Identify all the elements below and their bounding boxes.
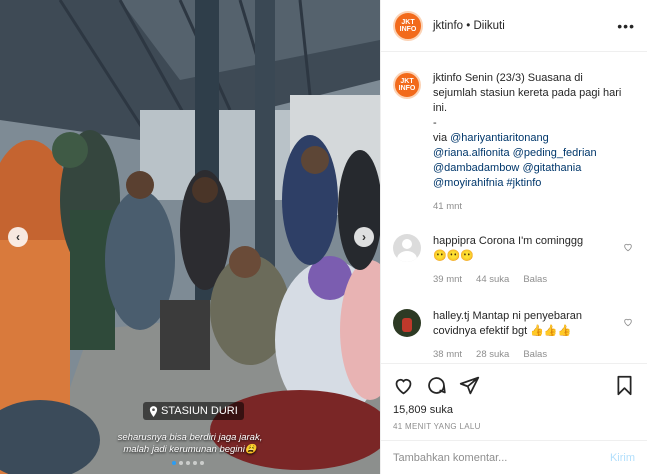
caption-avatar-text-1: JKT bbox=[400, 78, 414, 85]
instagram-post: ‹ › STASIUN DURI seharusnya bisa berdiri… bbox=[0, 0, 647, 474]
caption-body: jktinfo Senin (23/3) Suasana di sejumlah… bbox=[433, 71, 623, 212]
slide-indicator bbox=[172, 461, 204, 465]
caption-mentions: via @hariyantiaritonang @riana.alfionita… bbox=[433, 131, 623, 191]
header-text: jktinfo • Diikuti bbox=[433, 20, 505, 32]
mention-link[interactable]: @gitathania bbox=[522, 162, 581, 174]
avatar[interactable] bbox=[393, 234, 421, 262]
previous-slide-button[interactable]: ‹ bbox=[8, 227, 28, 247]
caption-text: Senin (23/3) Suasana di sejumlah stasiun… bbox=[433, 72, 622, 114]
post-media[interactable]: ‹ › STASIUN DURI seharusnya bisa berdiri… bbox=[0, 0, 380, 474]
share-icon[interactable] bbox=[459, 375, 480, 396]
caption-meta: 41 mnt bbox=[433, 201, 623, 212]
add-comment-bar: Kirim bbox=[381, 440, 647, 474]
action-icons bbox=[393, 372, 635, 398]
bookmark-icon[interactable] bbox=[614, 375, 635, 396]
caption-avatar[interactable]: JKT INFO bbox=[393, 71, 421, 99]
comment-likes[interactable]: 44 suka bbox=[476, 274, 509, 285]
heart-icon[interactable] bbox=[623, 317, 633, 327]
caption-dash: - bbox=[433, 117, 437, 129]
avatar-text-1: JKT bbox=[401, 18, 415, 26]
caption-time[interactable]: 41 mnt bbox=[433, 201, 462, 212]
next-slide-button[interactable]: › bbox=[354, 227, 374, 247]
comment-icon[interactable] bbox=[426, 375, 447, 396]
comment-emoji: 😶😶😶 bbox=[433, 250, 475, 262]
post-time[interactable]: 41 MENIT YANG LALU bbox=[393, 422, 635, 431]
username-link[interactable]: jktinfo bbox=[433, 20, 463, 32]
avatar[interactable]: JKT INFO bbox=[393, 10, 423, 41]
separator: • bbox=[463, 19, 474, 32]
comments-section[interactable]: JKT INFO jktinfo Senin (23/3) Suasana di… bbox=[381, 53, 647, 363]
media-caption-overlay: seharusnya bisa berdiri jaga jarak, mala… bbox=[100, 432, 280, 456]
location-tag: STASIUN DURI bbox=[143, 402, 244, 420]
slide-dot bbox=[193, 461, 197, 465]
caption-via: via bbox=[433, 132, 448, 144]
reply-button[interactable]: Balas bbox=[523, 349, 547, 360]
mention-link[interactable]: @peding_fedrian bbox=[513, 147, 597, 159]
more-icon[interactable]: ••• bbox=[617, 18, 635, 34]
comment-time[interactable]: 38 mnt bbox=[433, 349, 462, 360]
post-caption: JKT INFO jktinfo Senin (23/3) Suasana di… bbox=[393, 71, 635, 212]
location-pin-icon bbox=[149, 405, 158, 417]
post-actions: 15,809 suka 41 MENIT YANG LALU bbox=[381, 363, 647, 431]
comment-body: halley.tj Mantap ni penyebaran covidnya … bbox=[433, 309, 623, 360]
avatar-text-2: INFO bbox=[399, 25, 417, 33]
avatar[interactable] bbox=[393, 309, 421, 337]
comment-meta: 39 mnt 44 suka Balas bbox=[433, 274, 623, 285]
mention-link[interactable]: @dambadambow bbox=[433, 162, 519, 174]
slide-dot bbox=[172, 461, 176, 465]
heart-icon[interactable] bbox=[393, 375, 414, 396]
media-caption-line-2: malah jadi kerumunan begini😩 bbox=[123, 444, 257, 455]
comment-item: happipra Corona I'm cominggg 😶😶😶 39 mnt … bbox=[393, 234, 635, 285]
comment-body: happipra Corona I'm cominggg 😶😶😶 39 mnt … bbox=[433, 234, 623, 285]
post-comment-button[interactable]: Kirim bbox=[610, 452, 635, 464]
media-caption-line-1: seharusnya bisa berdiri jaga jarak, bbox=[117, 432, 263, 443]
comment-text: Corona I'm cominggg bbox=[478, 235, 584, 247]
comment-text-block: halley.tj Mantap ni penyebaran covidnya … bbox=[433, 309, 623, 339]
slide-dot bbox=[186, 461, 190, 465]
comment-text-block: happipra Corona I'm cominggg 😶😶😶 bbox=[433, 234, 623, 264]
comment-item: halley.tj Mantap ni penyebaran covidnya … bbox=[393, 309, 635, 360]
comment-username[interactable]: halley.tj bbox=[433, 310, 469, 322]
caption-username[interactable]: jktinfo bbox=[433, 72, 462, 84]
comment-username[interactable]: happipra bbox=[433, 235, 476, 247]
slide-dot bbox=[179, 461, 183, 465]
comment-meta: 38 mnt 28 suka Balas bbox=[433, 349, 623, 360]
post-side-panel: JKT INFO jktinfo • Diikuti ••• JKT INFO … bbox=[380, 0, 647, 474]
heart-icon[interactable] bbox=[623, 242, 633, 252]
mention-link[interactable]: @hariyantiaritonang bbox=[450, 132, 549, 144]
location-label: STASIUN DURI bbox=[161, 405, 238, 417]
comment-likes[interactable]: 28 suka bbox=[476, 349, 509, 360]
mention-link[interactable]: @moyirahifnia bbox=[433, 177, 503, 189]
mention-link[interactable]: @riana.alfionita bbox=[433, 147, 510, 159]
comment-emoji: 👍👍👍 bbox=[530, 325, 572, 337]
caption-text-block: jktinfo Senin (23/3) Suasana di sejumlah… bbox=[433, 71, 623, 116]
follow-status-button[interactable]: Diikuti bbox=[473, 20, 504, 32]
reply-button[interactable]: Balas bbox=[523, 274, 547, 285]
post-header: JKT INFO jktinfo • Diikuti ••• bbox=[381, 0, 647, 52]
hashtag-link[interactable]: #jktinfo bbox=[507, 177, 542, 189]
caption-avatar-text-2: INFO bbox=[398, 85, 416, 92]
likes-count[interactable]: 15,809 suka bbox=[393, 404, 635, 416]
slide-dot bbox=[200, 461, 204, 465]
comment-input[interactable] bbox=[393, 451, 610, 464]
comment-time[interactable]: 39 mnt bbox=[433, 274, 462, 285]
